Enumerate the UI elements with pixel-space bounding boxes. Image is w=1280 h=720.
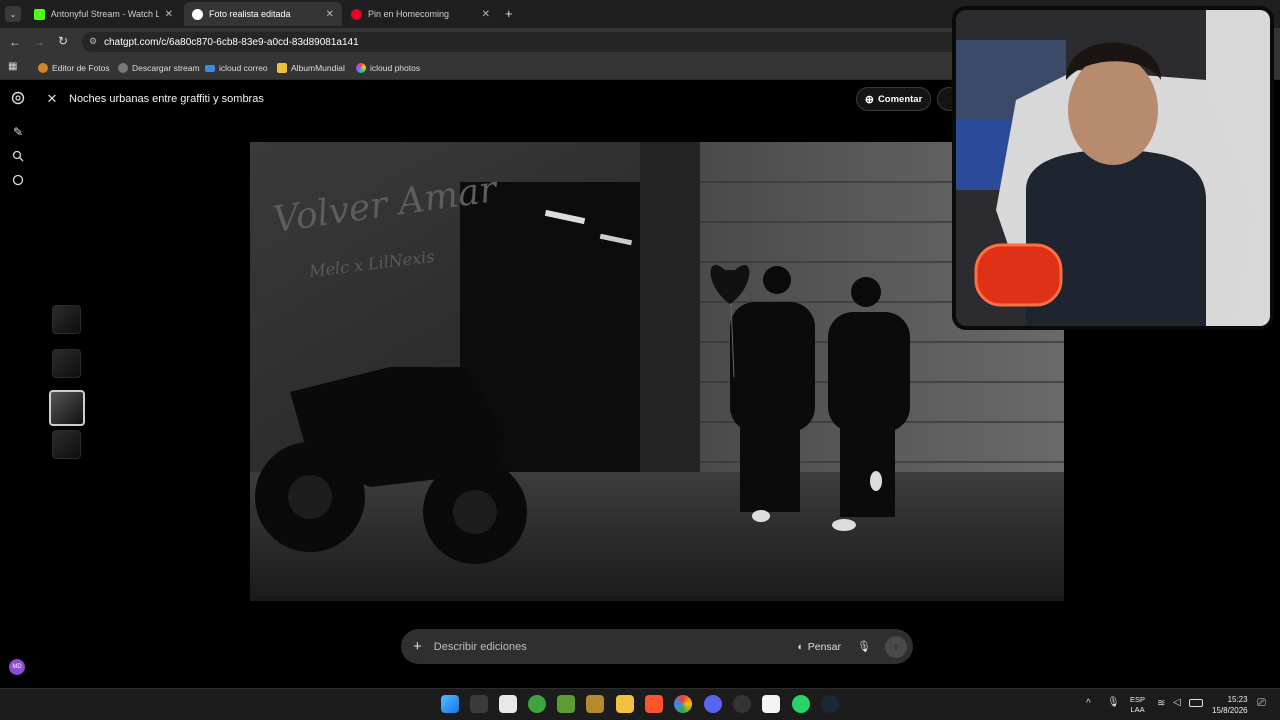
task-view-icon[interactable]: [470, 695, 488, 713]
chatgpt-logo-icon[interactable]: [10, 90, 26, 106]
address-bar[interactable]: ⚙ chatgpt.com/c/6a80c870-6cb8-83e9-a0cd-…: [82, 32, 962, 52]
tab-label: Antonyful Stream - Watch Live: [50, 9, 159, 19]
bookmark-label: Editor de Fotos: [52, 63, 110, 73]
comment-button[interactable]: ⊕ Comentar: [856, 87, 931, 111]
new-chat-icon[interactable]: ✎: [10, 124, 26, 140]
chat-bubble-icon[interactable]: [10, 172, 26, 188]
describe-edits-input[interactable]: Describir ediciones: [434, 641, 798, 653]
clock-time: 15:23: [1227, 695, 1248, 704]
close-icon[interactable]: ✕: [45, 91, 59, 106]
webcam-overlay: [952, 6, 1274, 330]
comment-label: Comentar: [877, 93, 923, 105]
discord-icon[interactable]: [704, 695, 722, 713]
game-icon[interactable]: [586, 695, 604, 713]
store-icon[interactable]: [499, 695, 517, 713]
page-title: Noches urbanas entre graffiti y sombras: [69, 93, 264, 105]
bookmark-favicon-icon: [118, 63, 128, 73]
notification-icon[interactable]: ⎚: [1257, 697, 1266, 710]
lang-sub-label: LAA: [1130, 705, 1145, 714]
bookmark-favicon-icon: [205, 64, 215, 72]
new-tab-button[interactable]: +: [505, 6, 513, 21]
think-label: Pensar: [807, 640, 842, 653]
clock-date: 15/8/2026: [1212, 706, 1248, 715]
bookmark-label: icloud correo: [219, 63, 268, 73]
capcut-icon[interactable]: [762, 695, 780, 713]
clock[interactable]: 15:23 15/8/2026: [1212, 694, 1248, 716]
bookmark-icloud-correo[interactable]: icloud correo: [205, 60, 268, 76]
bookmark-favicon-icon: [356, 63, 366, 73]
tray-chevron-icon[interactable]: ^: [1086, 698, 1091, 709]
edited-photo: Volver Amar Melc x LilNexis: [250, 142, 1064, 601]
search-icon[interactable]: [10, 148, 26, 164]
whatsapp-icon[interactable]: [792, 695, 810, 713]
thumbnail-1[interactable]: [52, 305, 81, 334]
back-icon[interactable]: ←: [9, 35, 21, 49]
lang-label: ESP: [1130, 695, 1146, 704]
bookmark-icloud-photos[interactable]: icloud photos: [356, 60, 420, 76]
mic-icon[interactable]: 🎙︎: [857, 640, 871, 653]
windows-start-icon[interactable]: [441, 695, 459, 713]
think-icon: ◐: [797, 640, 804, 653]
tab-foto-realista[interactable]: Foto realista editada ✕: [184, 2, 342, 26]
bookmark-favicon-icon: [277, 63, 287, 73]
think-button[interactable]: ◐ Pensar: [797, 641, 841, 653]
forward-icon[interactable]: →: [33, 35, 45, 49]
kick-icon: [34, 8, 45, 20]
wifi-icon[interactable]: ≋: [1157, 698, 1165, 709]
battery-icon[interactable]: [1189, 699, 1203, 707]
tab-label: Foto realista editada: [209, 9, 291, 19]
thumbnail-2[interactable]: [52, 349, 81, 378]
url-text: chatgpt.com/c/6a80c870-6cb8-83e9-a0cd-83…: [104, 36, 359, 48]
language-indicator[interactable]: ESP LAA: [1130, 695, 1145, 715]
mic-tray-icon[interactable]: 🎙︎: [1107, 697, 1120, 708]
minecraft-icon[interactable]: [557, 695, 575, 713]
xbox-icon[interactable]: [528, 695, 546, 713]
thumbnail-3-selected[interactable]: [49, 390, 85, 426]
bookmark-favicon-icon: [38, 63, 48, 73]
send-icon[interactable]: ↑: [885, 635, 907, 658]
pinterest-icon: [351, 8, 362, 20]
chrome-icon[interactable]: [674, 695, 692, 713]
site-info-icon[interactable]: ⚙: [89, 36, 97, 47]
file-explorer-icon[interactable]: [616, 695, 634, 713]
bookmark-label: Descargar stream: [132, 63, 200, 73]
volume-icon[interactable]: ◁: [1173, 697, 1181, 708]
bookmark-editor-fotos[interactable]: Editor de Fotos: [38, 60, 110, 76]
apps-grid-icon[interactable]: ▦: [8, 61, 17, 72]
close-tab-icon[interactable]: ✕: [482, 9, 490, 20]
thumbnail-4[interactable]: [52, 430, 81, 459]
tab-pinterest[interactable]: Pin en Homecoming ✕: [343, 2, 498, 26]
plus-icon[interactable]: +: [413, 638, 422, 655]
github-icon[interactable]: [733, 695, 751, 713]
bookmark-label: AlbumMundial: [291, 63, 345, 73]
bookmark-albummundial[interactable]: AlbumMundial: [277, 60, 345, 76]
edit-input-bar: + Describir ediciones ◐ Pensar 🎙︎ ↑: [401, 629, 913, 664]
bookmark-descargar-stream[interactable]: Descargar stream: [118, 60, 200, 76]
close-tab-icon[interactable]: ✕: [165, 9, 173, 20]
reload-icon[interactable]: ↻: [58, 34, 68, 48]
brave-icon[interactable]: [645, 695, 663, 713]
steam-icon[interactable]: [821, 695, 839, 713]
bookmark-label: icloud photos: [370, 63, 421, 73]
comment-icon: ⊕: [864, 93, 874, 106]
close-tab-icon[interactable]: ✕: [326, 9, 334, 20]
chatgpt-favicon-icon: [192, 8, 203, 20]
tab-label: Pin en Homecoming: [368, 9, 450, 19]
tab-list-dropdown-button[interactable]: ⌄: [5, 6, 21, 22]
tab-antonyful[interactable]: Antonyful Stream - Watch Live ✕: [26, 2, 181, 26]
avatar[interactable]: MD: [9, 659, 25, 675]
